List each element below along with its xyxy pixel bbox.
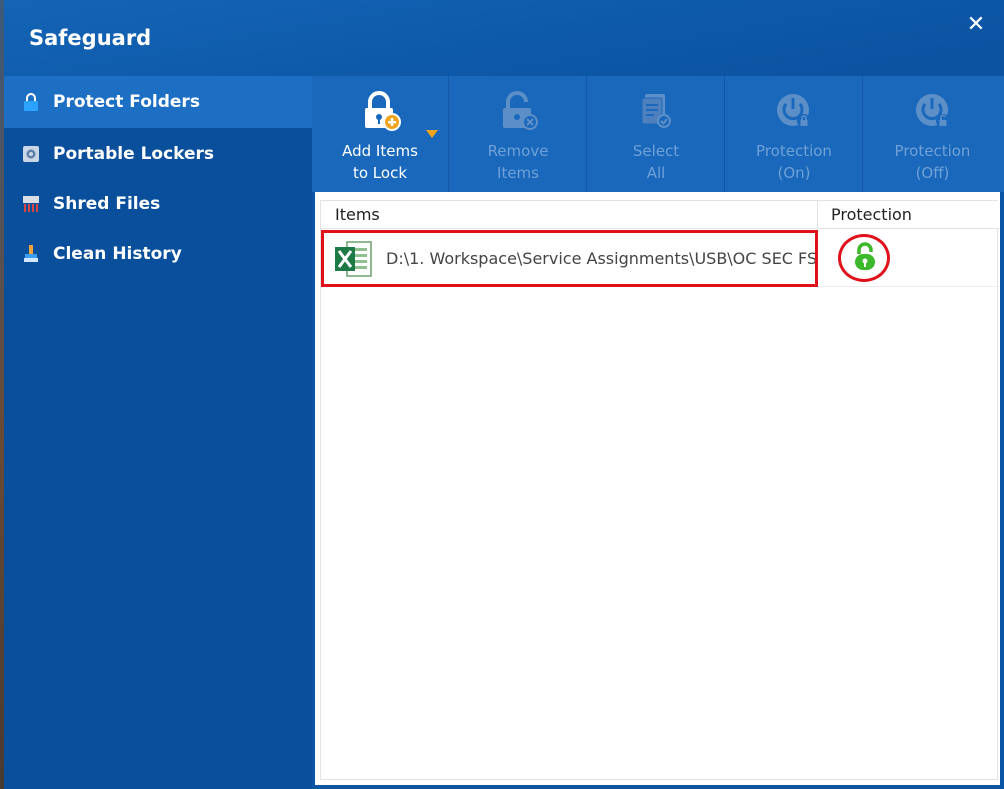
power-lock-icon xyxy=(773,90,815,137)
lock-remove-icon xyxy=(497,90,539,137)
sidebar-item-label: Portable Lockers xyxy=(53,144,215,164)
sidebar-item-protect-folders[interactable]: Protect Folders xyxy=(4,76,312,128)
protection-on-button[interactable]: Protection (On) xyxy=(726,76,863,192)
protection-off-button[interactable]: Protection (Off) xyxy=(864,76,1001,192)
sidebar: Protect Folders Portable Lockers Shred F… xyxy=(4,76,312,789)
tool-label-line2: to Lock xyxy=(352,164,408,182)
item-highlight-box xyxy=(321,230,818,287)
lock-icon xyxy=(22,93,40,111)
remove-items-button[interactable]: Remove Items xyxy=(450,76,587,192)
sidebar-item-label: Protect Folders xyxy=(53,92,200,112)
safeguard-window: Safeguard ✕ Protect Folders Portable Loc… xyxy=(4,0,1004,789)
sidebar-item-portable-lockers[interactable]: Portable Lockers xyxy=(4,128,312,180)
select-all-icon xyxy=(635,90,677,137)
table-header: Items Protection xyxy=(321,201,999,229)
tool-label-line1: Add Items xyxy=(342,142,418,160)
shredder-icon xyxy=(22,195,40,213)
add-items-to-lock-button[interactable]: Add Items to Lock xyxy=(312,76,449,192)
tool-label-line1: Select xyxy=(632,142,680,160)
select-all-button[interactable]: Select All xyxy=(588,76,725,192)
content-panel: Items Protection D:\1. Workspace\Service… xyxy=(315,192,1000,785)
tool-label-line1: Protection xyxy=(894,142,971,160)
column-header-items[interactable]: Items xyxy=(335,201,380,229)
tool-label-line1: Protection xyxy=(756,142,832,160)
tool-label-line2: All xyxy=(646,164,666,182)
sidebar-item-clean-history[interactable]: Clean History xyxy=(4,228,312,280)
column-header-protection[interactable]: Protection xyxy=(831,201,912,229)
tool-label-line2: (Off) xyxy=(915,164,950,182)
disk-icon xyxy=(22,145,40,163)
tool-label-line1: Remove xyxy=(487,142,549,160)
table-row[interactable]: D:\1. Workspace\Service Assignments\USB\… xyxy=(321,230,999,287)
tool-label-line2: (On) xyxy=(777,164,811,182)
tool-label-line2: Items xyxy=(497,164,539,182)
sidebar-item-label: Clean History xyxy=(53,244,182,264)
power-unlock-icon xyxy=(912,90,954,137)
sidebar-item-label: Shred Files xyxy=(53,194,161,214)
close-button[interactable]: ✕ xyxy=(962,10,990,38)
sidebar-item-shred-files[interactable]: Shred Files xyxy=(4,178,312,230)
brush-icon xyxy=(22,245,40,263)
title-bar: Safeguard ✕ xyxy=(4,0,1004,76)
lock-add-icon xyxy=(359,90,401,137)
column-divider[interactable] xyxy=(817,201,818,229)
app-title: Safeguard xyxy=(29,26,152,50)
green-lock-icon[interactable] xyxy=(852,242,878,277)
toolbar: Add Items to Lock Remove Items Select Al… xyxy=(312,76,1004,192)
items-table: Items Protection D:\1. Workspace\Service… xyxy=(320,200,999,780)
